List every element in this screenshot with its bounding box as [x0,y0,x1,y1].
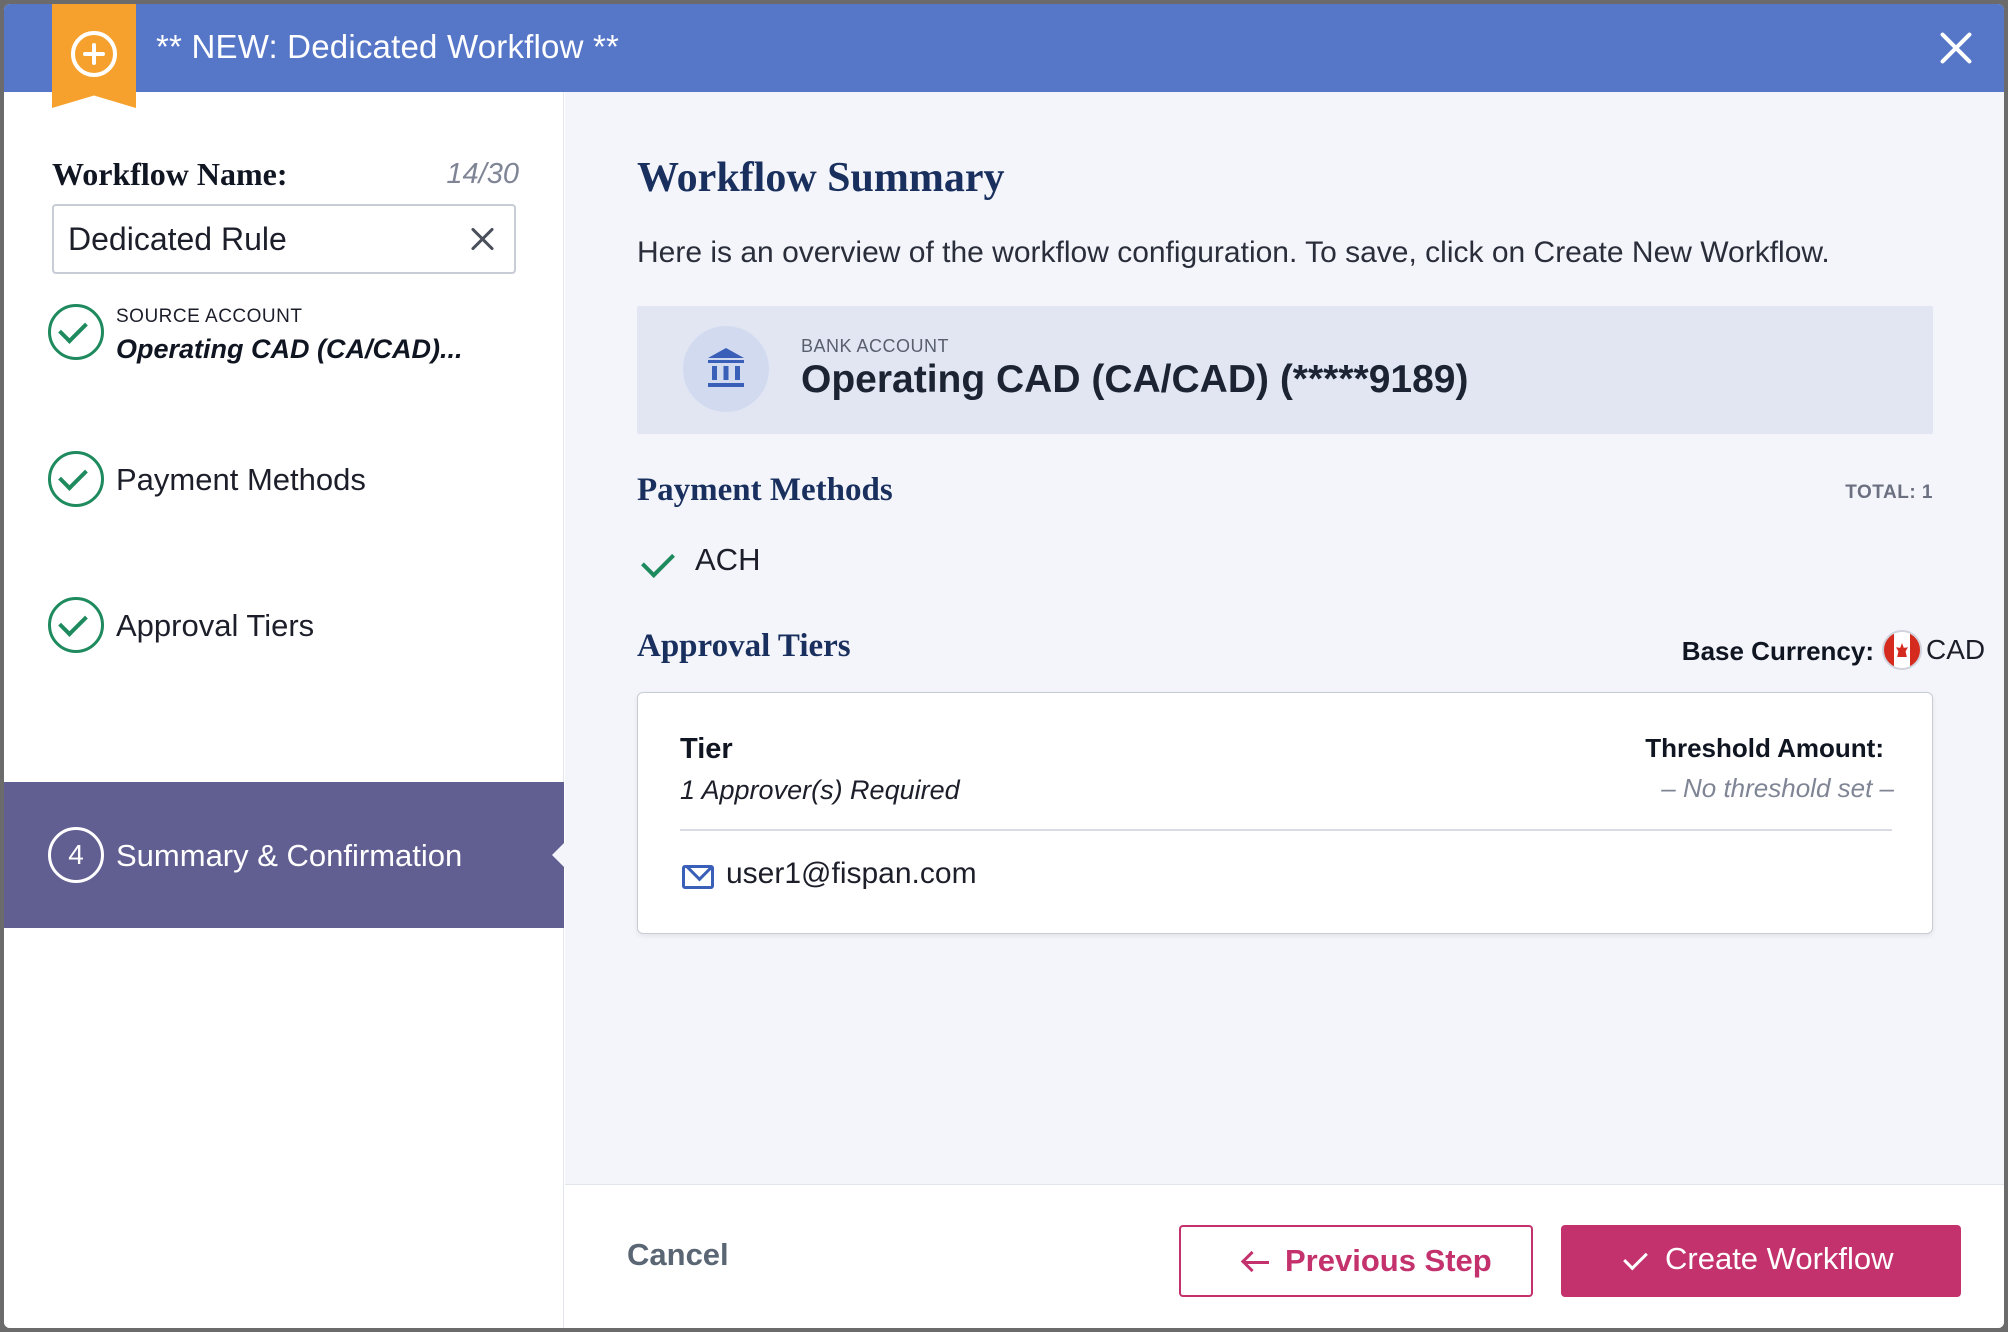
step-number-badge: 4 [48,827,104,883]
approver-email: user1@fispan.com [726,857,977,890]
step-approval-tiers[interactable]: Approval Tiers [4,552,564,698]
step-payment-methods[interactable]: Payment Methods [4,406,564,552]
bank-account-name: Operating CAD (CA/CAD) (*****9189) [801,358,1469,401]
base-currency-value: CAD [1926,634,1986,665]
summary-panel: Workflow Summary Here is an overview of … [565,92,2004,1184]
modal-footer: Cancel Previous Step Create Workflow [565,1184,2004,1328]
close-icon[interactable] [1938,30,1974,66]
divider [680,829,1892,831]
payment-methods-title: Payment Methods [637,472,893,508]
check-icon [1623,1245,1648,1271]
tier-approvers-required: 1 Approver(s) Required [680,775,960,805]
modal-header: ** NEW: Dedicated Workflow ** [4,4,2004,108]
cancel-button[interactable]: Cancel [627,1237,729,1273]
step-summary-confirmation[interactable]: 4 Summary & Confirmation [4,782,565,928]
step-label: Approval Tiers [116,608,315,643]
payment-method-item: ACH [695,542,761,577]
clear-icon[interactable] [470,226,496,252]
mail-icon [682,865,714,889]
check-circle-icon [48,597,104,653]
threshold-label: Threshold Amount: [1645,733,1884,763]
step-label: Payment Methods [116,462,366,497]
workflow-name-label: Workflow Name: [52,156,288,192]
workflow-modal: ** NEW: Dedicated Workflow ** Workflow N… [4,4,2004,1328]
check-icon [641,544,675,578]
tier-title: Tier [680,733,733,765]
check-circle-icon [48,304,104,360]
character-count: 14/30 [446,158,519,190]
payment-methods-total: TOTAL: 1 [1845,482,1933,503]
canada-flag-icon [1882,630,1922,670]
create-workflow-label: Create Workflow [1665,1241,1894,1276]
threshold-value: – No threshold set – [1661,773,1894,803]
tier-card: Tier 1 Approver(s) Required Threshold Am… [637,692,1933,934]
step-sublabel: SOURCE ACCOUNT [116,306,303,327]
step-value: Operating CAD (CA/CAD)... [116,334,463,364]
new-badge [52,4,136,108]
workflow-name-input[interactable] [68,216,448,262]
bank-account-card: BANK ACCOUNT Operating CAD (CA/CAD) (***… [637,306,1933,434]
page-title: Workflow Summary [637,155,1005,201]
modal-title: ** NEW: Dedicated Workflow ** [156,28,620,65]
bank-account-label: BANK ACCOUNT [801,336,950,356]
previous-step-label: Previous Step [1285,1243,1492,1278]
step-sidebar: Workflow Name: 14/30 SOURCE ACCOUNT Oper… [4,92,565,1328]
active-step-pointer [552,842,565,868]
bank-icon [708,348,744,387]
page-description: Here is an overview of the workflow conf… [637,236,1830,269]
step-label: Summary & Confirmation [116,838,463,873]
bank-icon-badge [683,326,769,412]
arrow-left-icon [1245,1261,1269,1264]
plus-circle-icon [71,31,117,77]
approval-tiers-title: Approval Tiers [637,628,851,664]
step-source-account[interactable]: SOURCE ACCOUNT Operating CAD (CA/CAD)... [4,260,564,406]
step-number: 4 [68,839,84,870]
check-circle-icon [48,451,104,507]
base-currency-label: Base Currency: [1681,636,1874,666]
previous-step-button[interactable]: Previous Step [1179,1225,1533,1297]
create-workflow-button[interactable]: Create Workflow [1561,1225,1961,1297]
